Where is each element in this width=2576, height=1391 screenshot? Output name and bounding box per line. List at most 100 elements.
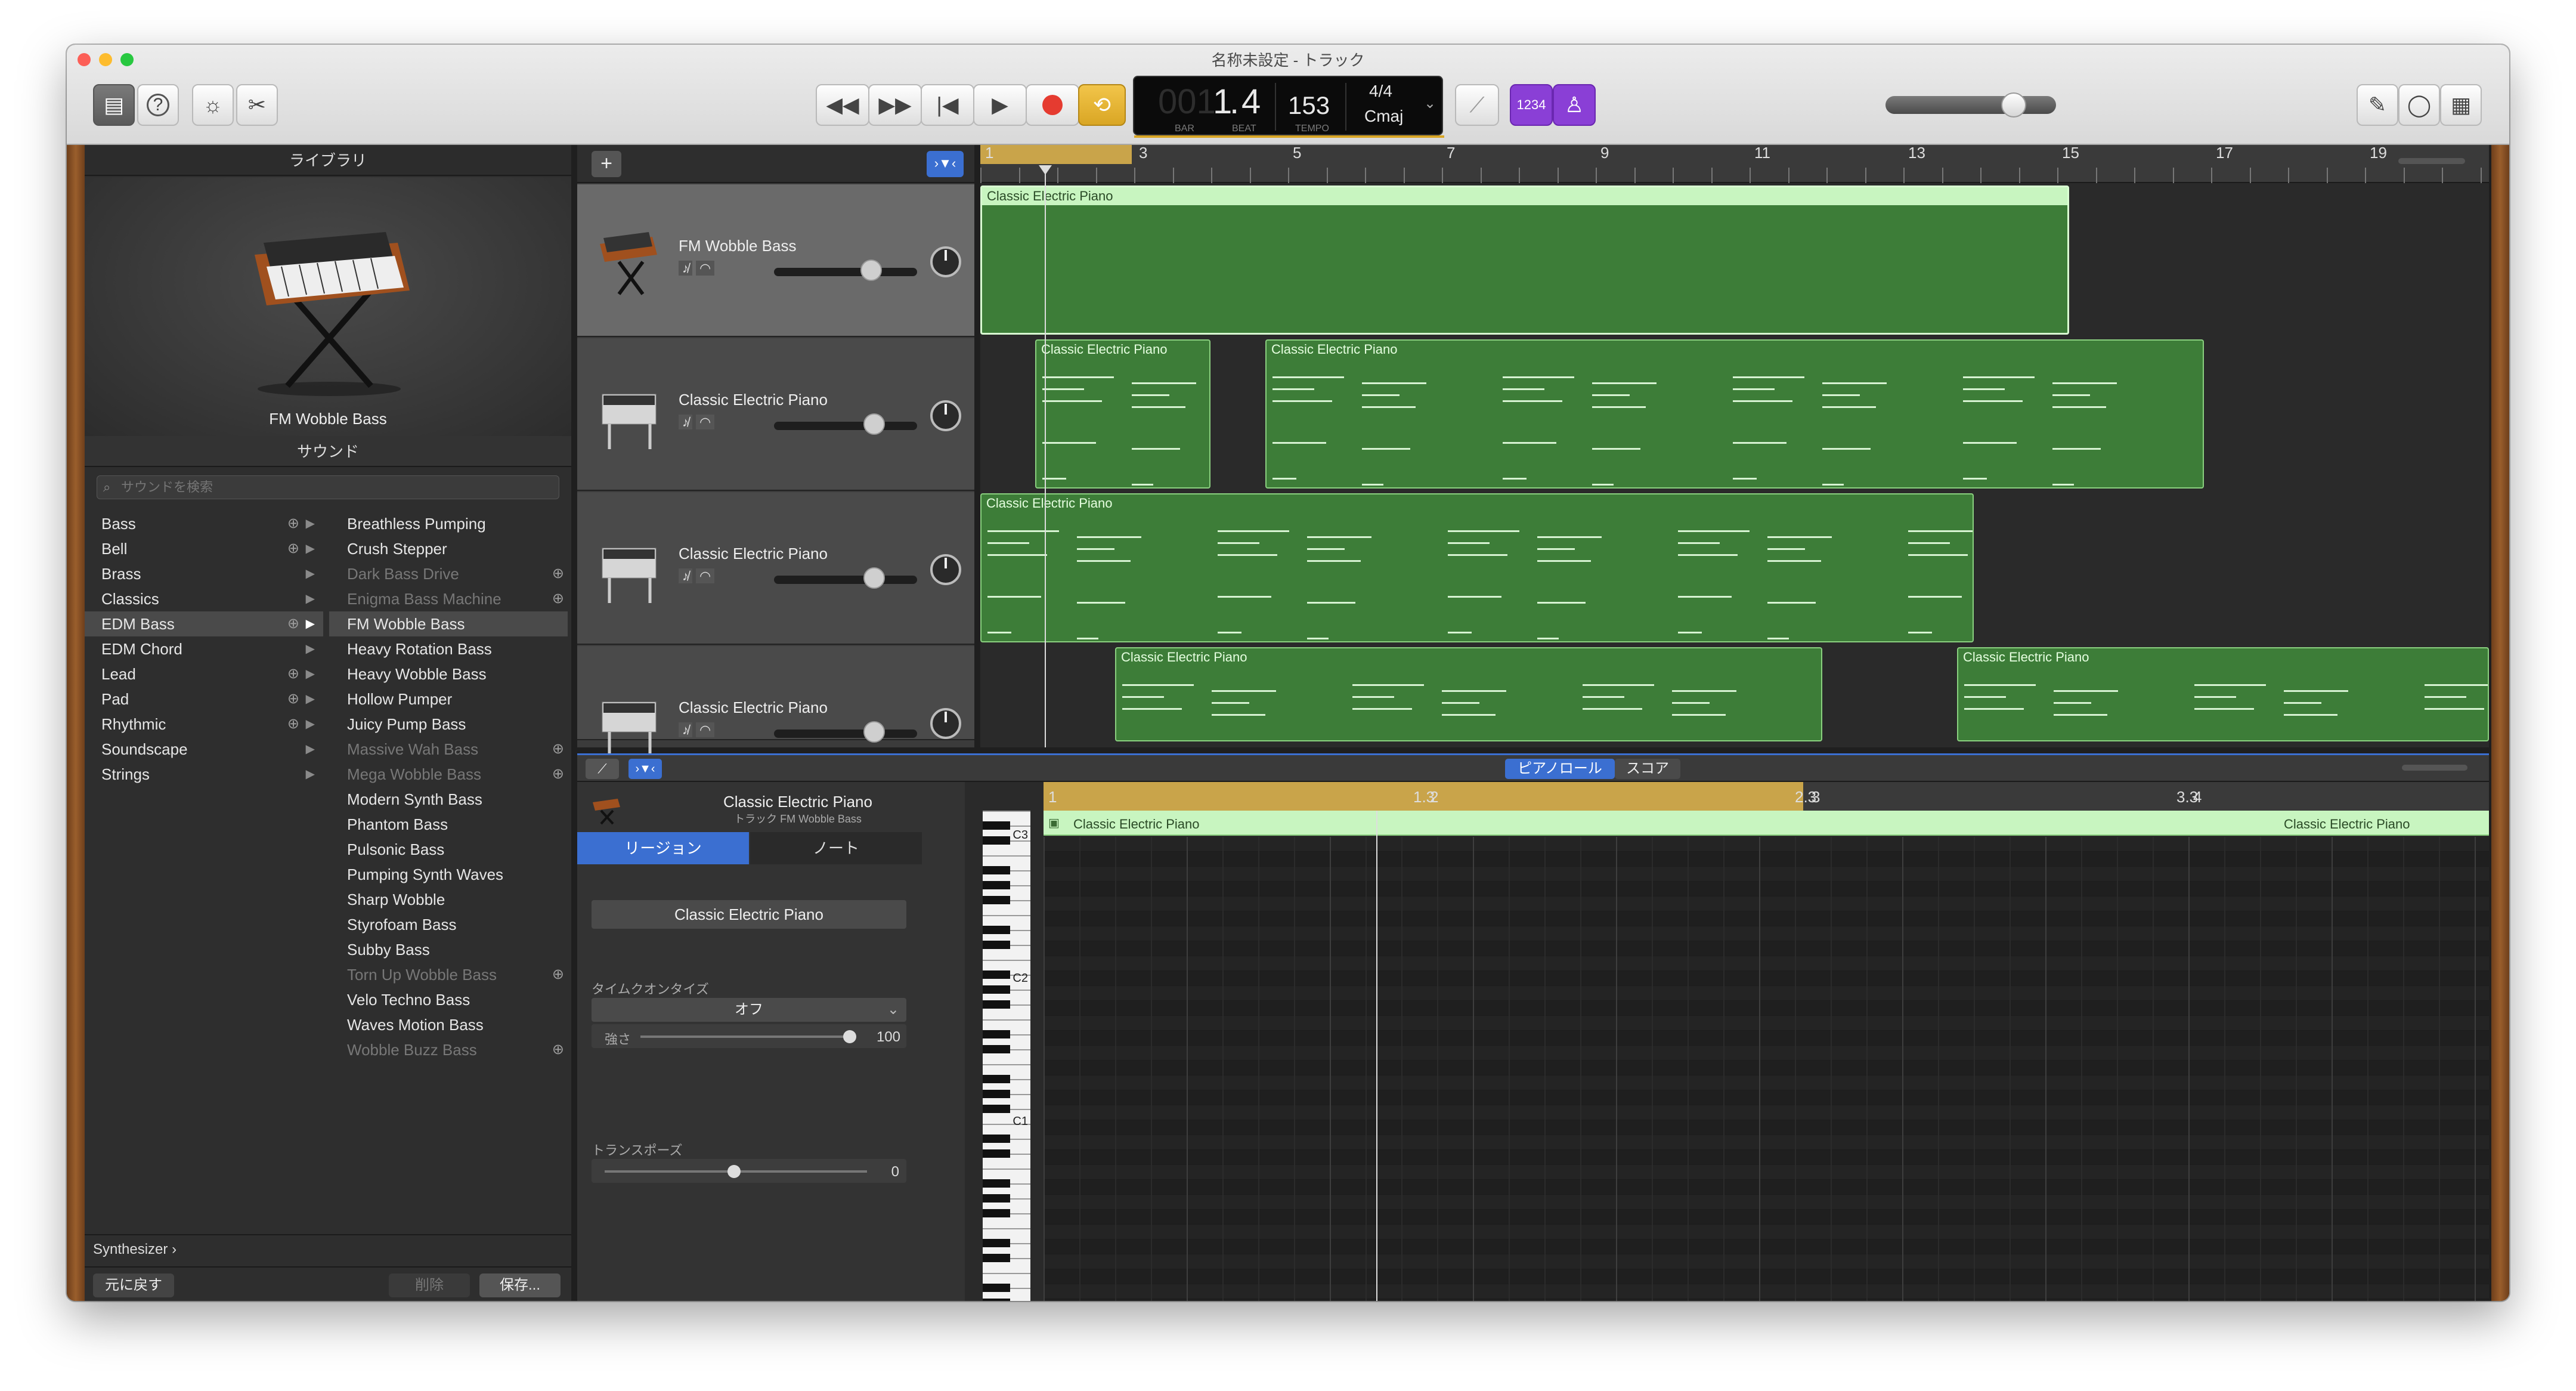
sound-item[interactable]: Mega Wobble Bass ⊕: [329, 762, 568, 787]
arrange-region[interactable]: Classic Electric Piano: [1035, 339, 1210, 489]
download-icon[interactable]: ⊕: [287, 712, 299, 737]
master-volume-knob[interactable]: [2001, 92, 2026, 118]
mute-icon[interactable]: ♪̸: [679, 261, 692, 276]
track-header[interactable]: Classic Electric Piano ♪̸ ◠: [577, 492, 974, 645]
piano-roll-grid[interactable]: [1044, 837, 2489, 1301]
media-browser-button[interactable]: ▦: [2440, 84, 2482, 126]
help-button[interactable]: ?: [137, 84, 179, 126]
catch-playhead-button[interactable]: ›▼‹: [927, 151, 964, 177]
rewind-button[interactable]: ◀◀: [816, 84, 869, 126]
strength-slider[interactable]: [640, 1035, 852, 1038]
sound-item[interactable]: Heavy Wobble Bass: [329, 662, 568, 687]
headphones-icon[interactable]: ◠: [696, 415, 715, 429]
lcd-display[interactable]: 001 1 . 4 BAR BEAT 153 TEMPO 4/4 Cmaj ⌄: [1133, 76, 1444, 138]
delete-button[interactable]: 削除: [389, 1273, 470, 1297]
track-header[interactable]: FM Wobble Bass ♪̸ ◠: [577, 184, 974, 337]
category-item[interactable]: Strings ▶: [85, 762, 323, 787]
headphones-icon[interactable]: ◠: [696, 568, 715, 583]
go-to-beginning-button[interactable]: |◀: [921, 84, 974, 126]
download-icon[interactable]: ⊕: [552, 1037, 564, 1062]
chevron-down-icon[interactable]: ⌄: [1424, 95, 1436, 112]
arrange-region[interactable]: Classic Electric Piano: [980, 493, 1974, 642]
strength-knob[interactable]: [843, 1030, 856, 1043]
track-pan-knob[interactable]: [930, 554, 961, 585]
track-volume-knob[interactable]: [863, 567, 885, 589]
sound-search-field[interactable]: ⌕: [97, 475, 559, 499]
tab-region[interactable]: リージョン: [577, 832, 749, 864]
editor-zoom-slider[interactable]: [2402, 765, 2467, 771]
automation-button[interactable]: ⟋: [586, 759, 619, 779]
headphones-icon[interactable]: ◠: [696, 261, 715, 276]
track-pan-knob[interactable]: [930, 246, 961, 277]
transpose-knob[interactable]: [727, 1165, 741, 1178]
download-icon[interactable]: ⊕: [552, 586, 564, 611]
playhead-handle[interactable]: [1039, 165, 1052, 175]
category-item[interactable]: Soundscape ▶: [85, 737, 323, 762]
editor-playhead[interactable]: [1376, 811, 1377, 1301]
sound-item[interactable]: Velo Techno Bass: [329, 987, 568, 1012]
track-volume-slider[interactable]: [774, 259, 917, 281]
tuner-button[interactable]: ⟋: [1455, 84, 1499, 126]
sound-search-input[interactable]: [121, 478, 550, 496]
arrange-area[interactable]: 1 3 5 7 9 11 13 15 17 19 Classic Electric Piano Cl…: [980, 145, 2489, 747]
track-header[interactable]: Classic Electric Piano ♪̸ ◠: [577, 338, 974, 491]
editors-button[interactable]: ✂: [236, 84, 278, 126]
download-icon[interactable]: ⊕: [287, 662, 299, 687]
master-volume-slider[interactable]: [1885, 92, 2056, 118]
category-item[interactable]: Rhythmic ⊕ ▶: [85, 712, 323, 737]
download-icon[interactable]: ⊕: [287, 511, 299, 536]
sound-item[interactable]: FM Wobble Bass: [329, 611, 568, 636]
track-volume-slider[interactable]: [774, 413, 917, 435]
download-icon[interactable]: ⊕: [287, 611, 299, 636]
track-volume-slider[interactable]: [774, 567, 917, 589]
arrange-region[interactable]: Classic Electric Piano: [1115, 647, 1822, 741]
editor-catch-button[interactable]: ›▼‹: [628, 759, 662, 779]
tab-score[interactable]: スコア: [1615, 759, 1680, 779]
loop-browser-button[interactable]: ◯: [2398, 84, 2440, 126]
timeline-ruler[interactable]: 1 3 5 7 9 11 13 15 17 19: [980, 145, 2489, 183]
fast-forward-button[interactable]: ▶▶: [868, 84, 922, 126]
download-icon[interactable]: ⊕: [287, 687, 299, 712]
track-volume-knob[interactable]: [860, 259, 883, 281]
category-item[interactable]: Lead ⊕ ▶: [85, 662, 323, 687]
category-item[interactable]: Pad ⊕ ▶: [85, 687, 323, 712]
category-item[interactable]: Brass ▶: [85, 561, 323, 586]
track-volume-slider[interactable]: [774, 721, 917, 743]
play-button[interactable]: ▶: [973, 84, 1027, 126]
sound-item[interactable]: Styrofoam Bass: [329, 912, 568, 937]
revert-button[interactable]: 元に戻す: [93, 1273, 174, 1297]
track-volume-knob[interactable]: [863, 721, 885, 743]
sound-item[interactable]: Pulsonic Bass: [329, 837, 568, 862]
sound-item[interactable]: Massive Wah Bass ⊕: [329, 737, 568, 762]
track-header[interactable]: Classic Electric Piano ♪̸ ◠: [577, 646, 974, 757]
sound-item[interactable]: Subby Bass: [329, 937, 568, 962]
download-icon[interactable]: ⊕: [552, 962, 564, 987]
download-icon[interactable]: ⊕: [287, 536, 299, 561]
quantize-select[interactable]: オフ ⌄: [592, 998, 906, 1022]
arrange-region[interactable]: Classic Electric Piano: [1265, 339, 2204, 489]
sound-item[interactable]: Sharp Wobble: [329, 887, 568, 912]
sound-item[interactable]: Pumping Synth Waves: [329, 862, 568, 887]
smart-controls-button[interactable]: ☼: [192, 84, 234, 126]
sound-item[interactable]: Torn Up Wobble Bass ⊕: [329, 962, 568, 987]
metronome-button[interactable]: ♙: [1553, 84, 1596, 126]
headphones-icon[interactable]: ◠: [696, 722, 715, 737]
notepad-button[interactable]: ✎: [2357, 84, 2398, 126]
piano-roll-ruler[interactable]: 11.322.333.344.3: [1044, 782, 2489, 811]
sound-item[interactable]: Crush Stepper: [329, 536, 568, 561]
library-button[interactable]: ▤: [93, 84, 135, 126]
sound-item[interactable]: Phantom Bass: [329, 812, 568, 837]
sound-item[interactable]: Wobble Buzz Bass ⊕: [329, 1037, 568, 1062]
playhead[interactable]: [1045, 169, 1046, 747]
download-icon[interactable]: ⊕: [552, 762, 564, 787]
mute-icon[interactable]: ♪̸: [679, 568, 692, 583]
save-button[interactable]: 保存...: [479, 1273, 561, 1297]
track-zoom-slider[interactable]: [2398, 158, 2465, 164]
mute-icon[interactable]: ♪̸: [679, 722, 692, 737]
cycle-button[interactable]: ⟲: [1078, 84, 1126, 126]
download-icon[interactable]: ⊕: [552, 561, 564, 586]
sound-item[interactable]: Heavy Rotation Bass: [329, 636, 568, 662]
category-item[interactable]: Bass ⊕ ▶: [85, 511, 323, 536]
sound-item[interactable]: Enigma Bass Machine ⊕: [329, 586, 568, 611]
sound-item[interactable]: Hollow Pumper: [329, 687, 568, 712]
